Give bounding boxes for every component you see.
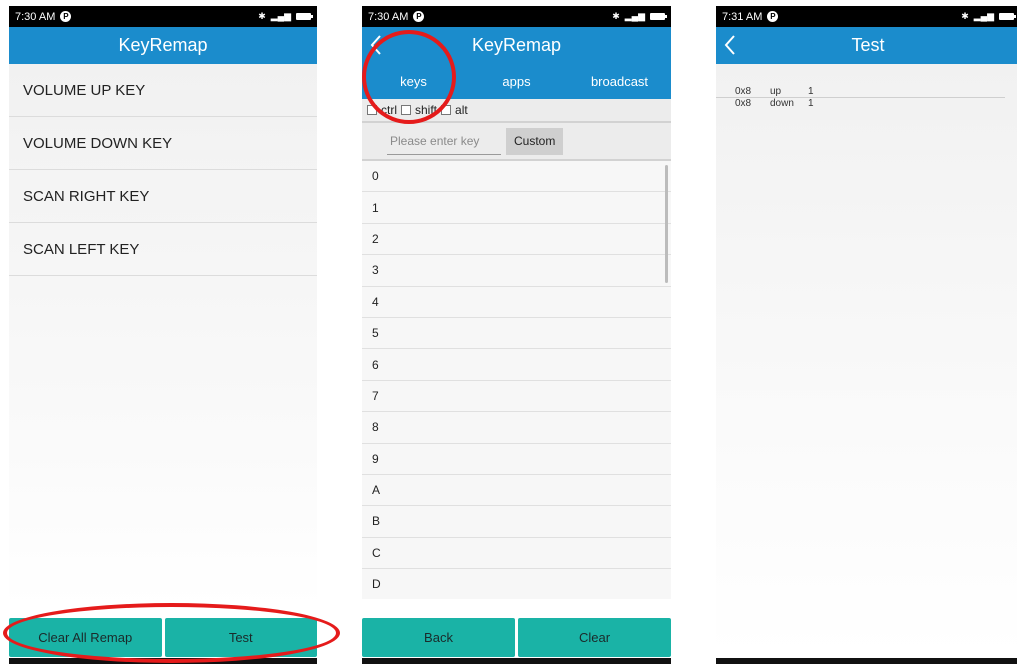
key-item-scan-right[interactable]: SCAN RIGHT KEY — [9, 170, 317, 223]
status-time: 7:30 AM — [15, 10, 56, 23]
scrollbar[interactable] — [665, 165, 668, 283]
battery-icon — [296, 13, 313, 20]
key-event-log: 0x8 up 1 0x8 down 1 — [716, 64, 1017, 657]
navigation-bar — [9, 658, 317, 664]
screen-key-list: 7:30 AM P ✱ ▂▄▆ KeyRemap VOLUME UP KEY V… — [9, 6, 317, 664]
modifier-bar: ctrl shift alt — [362, 99, 671, 123]
app-title-bar: Test — [716, 27, 1017, 64]
signal-icon: ▂▄▆ — [973, 11, 994, 21]
tab-apps[interactable]: apps — [465, 74, 568, 89]
shift-label: shift — [415, 103, 438, 117]
page-title: KeyRemap — [471, 35, 562, 55]
battery-icon — [999, 13, 1016, 20]
bluetooth-icon: ✱ — [961, 11, 969, 21]
key-code-item[interactable]: 6 — [362, 349, 671, 381]
page-title: Test — [851, 35, 885, 55]
status-bar: 7:31 AM P ✱ ▂▄▆ — [716, 6, 1017, 27]
chevron-left-icon[interactable] — [366, 33, 388, 57]
key-code-item[interactable]: 8 — [362, 412, 671, 444]
key-code-item[interactable]: 0 — [362, 161, 671, 193]
key-code-item[interactable]: B — [362, 506, 671, 538]
status-bar: 7:30 AM P ✱ ▂▄▆ — [9, 6, 317, 27]
key-item-scan-left[interactable]: SCAN LEFT KEY — [9, 223, 317, 276]
screen-test: 7:31 AM P ✱ ▂▄▆ Test 0x8 up 1 0x8 down 1 — [716, 6, 1017, 664]
log-direction: up — [770, 86, 782, 97]
tab-broadcast[interactable]: broadcast — [568, 74, 671, 89]
key-list: VOLUME UP KEY VOLUME DOWN KEY SCAN RIGHT… — [9, 64, 317, 608]
key-code-item[interactable]: A — [362, 475, 671, 507]
chevron-left-icon[interactable] — [720, 33, 742, 57]
key-item-volume-down[interactable]: VOLUME DOWN KEY — [9, 117, 317, 170]
app-title-bar: KeyRemap — [362, 27, 671, 64]
bluetooth-icon: ✱ — [612, 11, 620, 21]
key-code-item[interactable]: 7 — [362, 381, 671, 413]
status-bar: 7:30 AM P ✱ ▂▄▆ — [362, 6, 671, 27]
log-code: 0x8 — [735, 86, 752, 97]
key-code-item[interactable]: 3 — [362, 255, 671, 287]
shift-checkbox[interactable] — [401, 105, 411, 115]
key-code-item[interactable]: C — [362, 538, 671, 570]
notification-icon: P — [767, 11, 779, 22]
bluetooth-icon: ✱ — [258, 11, 266, 21]
key-input[interactable] — [387, 127, 501, 155]
key-code-item[interactable]: 4 — [362, 287, 671, 318]
status-time: 7:31 AM — [722, 10, 763, 23]
clear-button[interactable]: Clear — [518, 618, 671, 657]
back-button[interactable]: Back — [362, 618, 515, 657]
alt-checkbox[interactable] — [441, 105, 452, 115]
tab-keys[interactable]: keys — [362, 74, 465, 89]
alt-label: alt — [455, 103, 468, 117]
clear-all-remap-button[interactable]: Clear All Remap — [9, 618, 162, 657]
key-item-volume-up[interactable]: VOLUME UP KEY — [9, 64, 317, 117]
log-value: 1 — [808, 98, 814, 109]
key-code-item[interactable]: 9 — [362, 444, 671, 475]
page-title: KeyRemap — [118, 35, 208, 55]
log-direction: down — [770, 98, 794, 109]
tab-bar: keys apps broadcast — [362, 64, 671, 99]
navigation-bar — [716, 658, 1017, 664]
key-code-item[interactable]: 2 — [362, 224, 671, 256]
screen-key-remap: 7:30 AM P ✱ ▂▄▆ KeyRemap keys apps broad… — [362, 6, 671, 664]
log-value: 1 — [808, 86, 814, 97]
status-time: 7:30 AM — [368, 10, 409, 23]
key-code-item[interactable]: 5 — [362, 318, 671, 350]
custom-key-bar: Custom — [362, 123, 671, 161]
signal-icon: ▂▄▆ — [270, 11, 291, 21]
notification-icon: P — [413, 11, 425, 22]
test-button[interactable]: Test — [164, 618, 317, 657]
bottom-button-bar: Clear All Remap Test — [9, 618, 317, 657]
key-code-item[interactable]: 1 — [362, 192, 671, 224]
navigation-bar — [362, 658, 671, 664]
custom-button[interactable]: Custom — [506, 127, 564, 155]
log-row: 0x8 down 1 — [716, 98, 1017, 109]
ctrl-label: ctrl — [381, 103, 397, 117]
key-code-item[interactable]: D — [362, 569, 671, 599]
log-row: 0x8 up 1 — [716, 86, 1005, 98]
signal-icon: ▂▄▆ — [624, 11, 645, 21]
notification-icon: P — [60, 11, 72, 22]
app-title-bar: KeyRemap — [9, 27, 317, 64]
log-code: 0x8 — [735, 98, 752, 109]
key-code-list[interactable]: 0123456789ABCD — [362, 161, 671, 599]
bottom-button-bar: Back Clear — [362, 618, 671, 657]
battery-icon — [650, 13, 667, 20]
ctrl-checkbox[interactable] — [367, 105, 377, 115]
